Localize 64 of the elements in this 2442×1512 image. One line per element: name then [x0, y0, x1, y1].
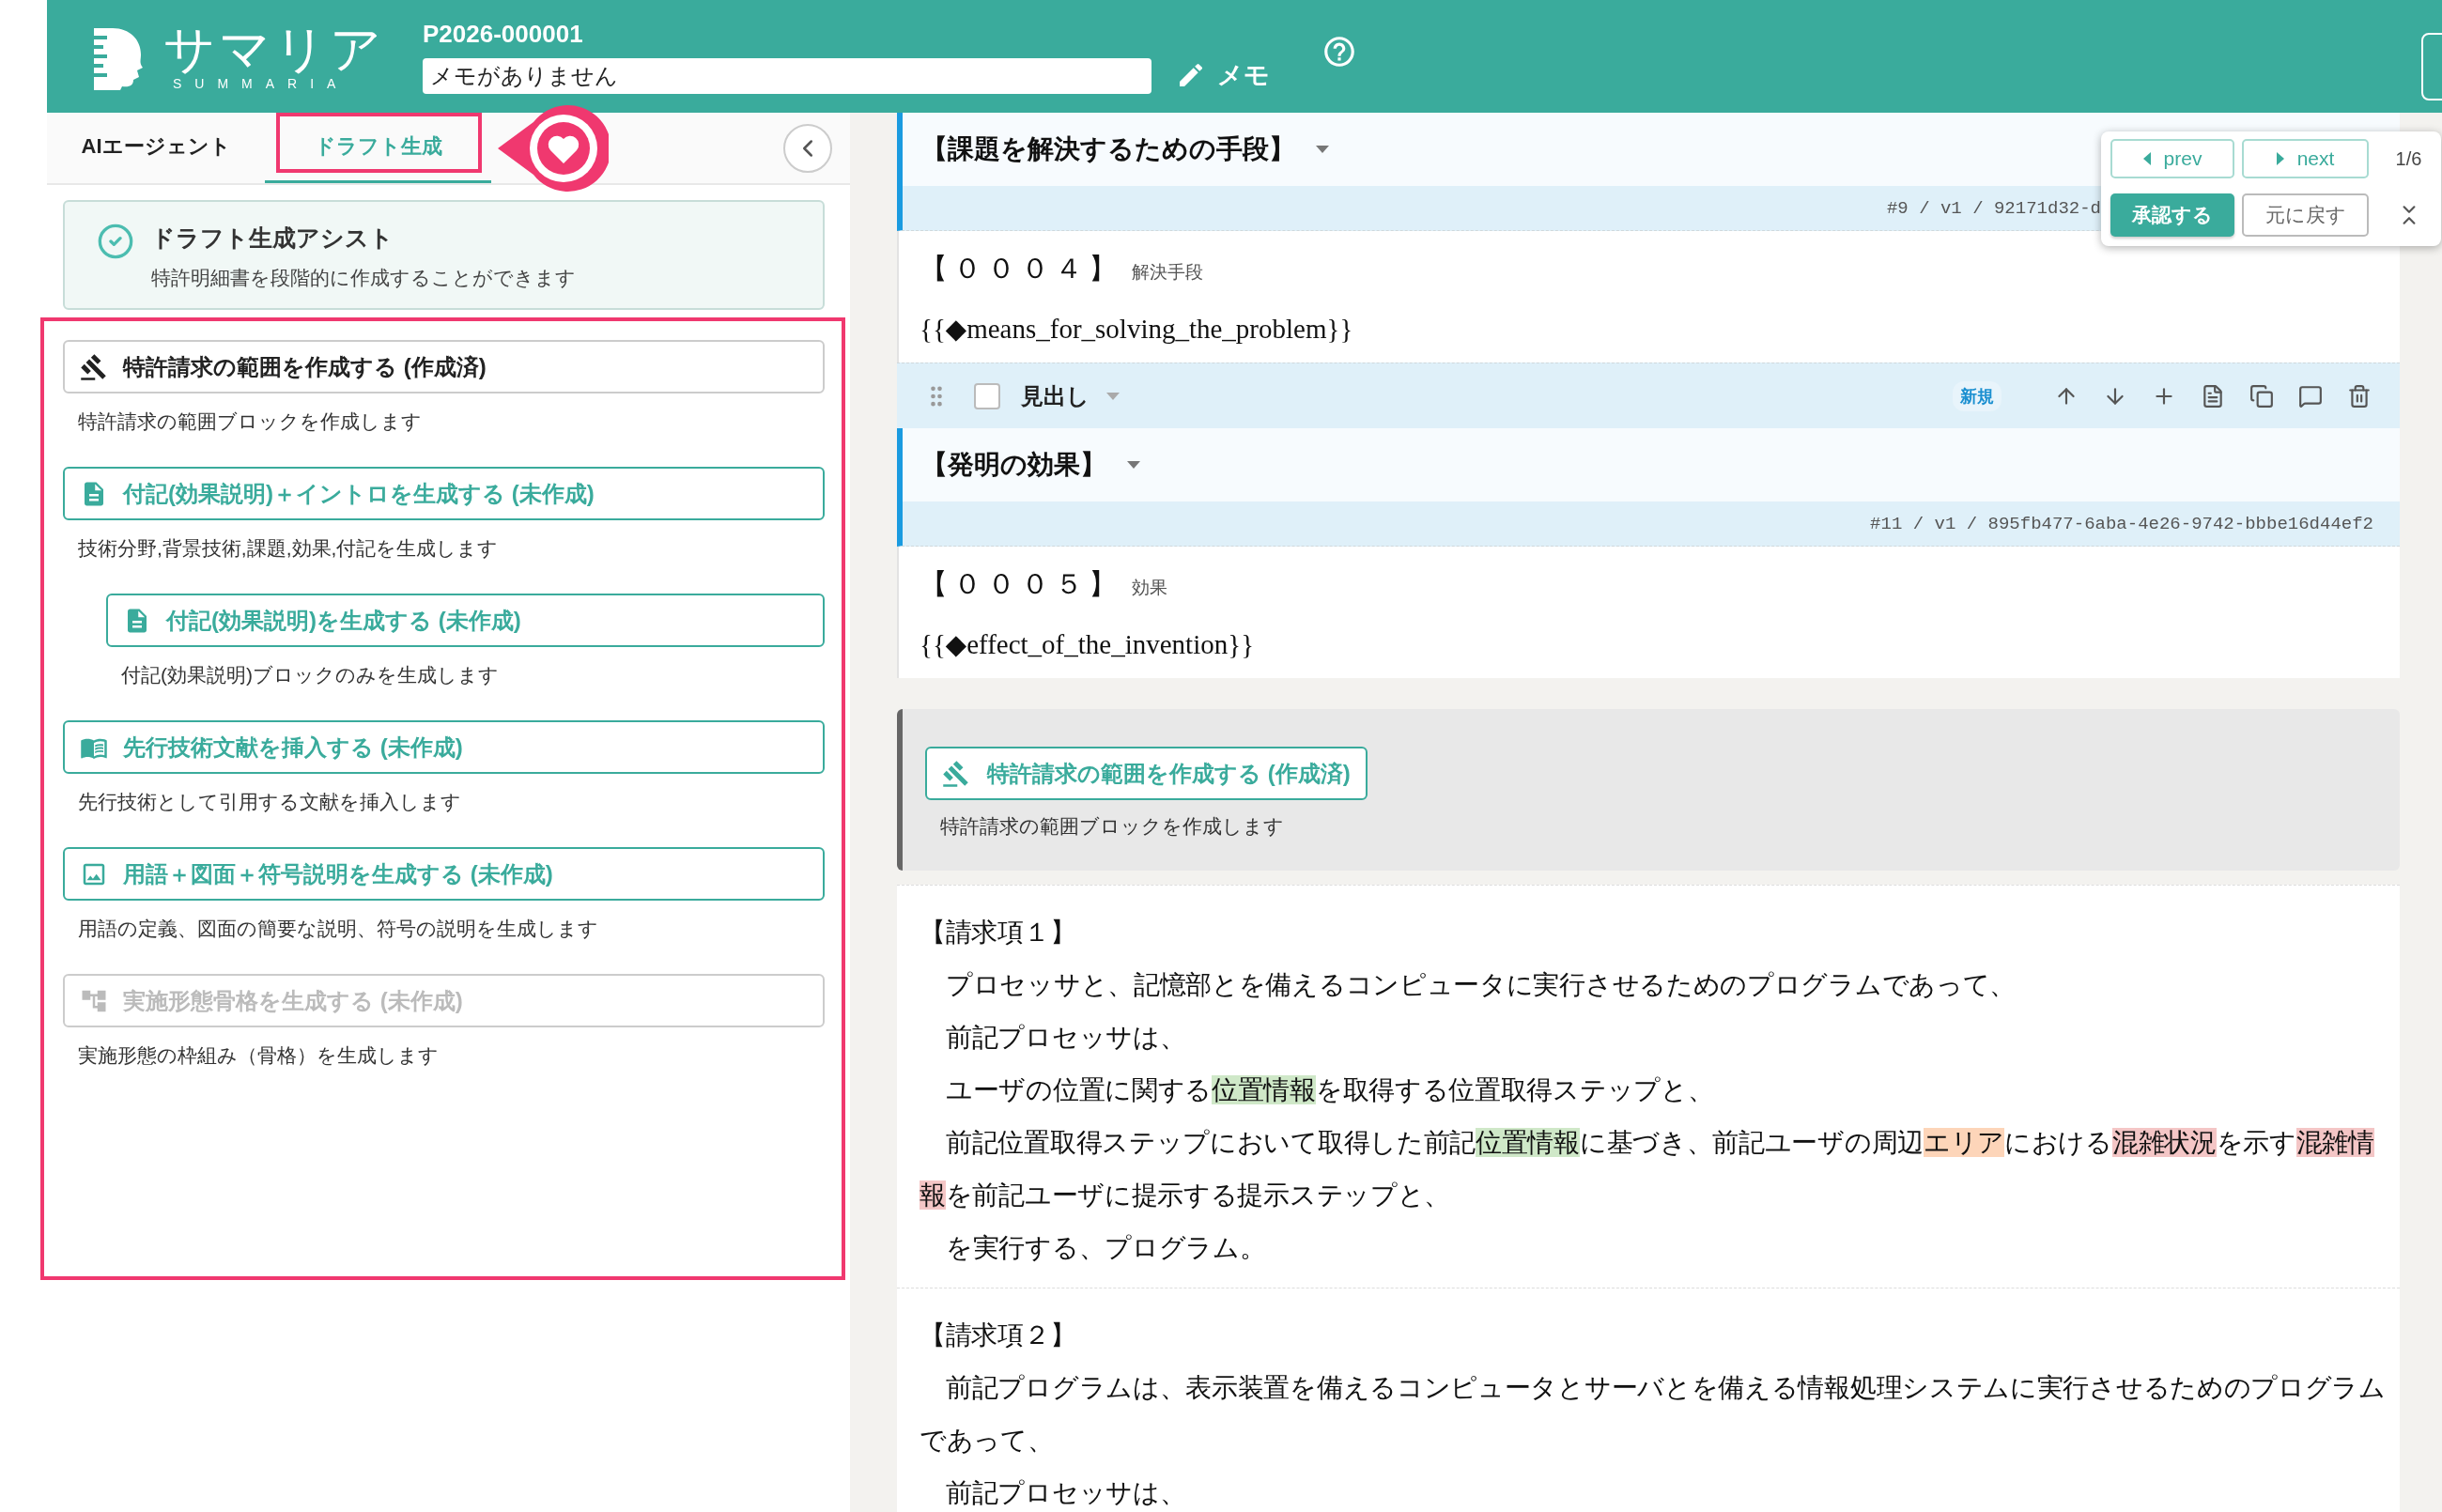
claim-text: 前記プロセッサは、 [945, 1477, 1187, 1509]
memo-button[interactable]: メモ [1176, 58, 1270, 92]
copy-icon[interactable] [2249, 383, 2274, 409]
action-description: 特許請求の範囲ブロックを作成します [940, 814, 1284, 839]
paragraph-text: {{◆means_for_solving_the_problem}} [920, 313, 1354, 345]
caret-icon [1127, 461, 1140, 469]
caret-icon [1316, 146, 1329, 153]
action-button[interactable]: 用語＋図面＋符号説明を生成する (未作成) [63, 847, 825, 901]
assist-description: 特許明細書を段階的に作成することができます [151, 266, 576, 290]
paragraph-number: 【０００４】 [920, 252, 1122, 285]
logo-name: サマリア [163, 22, 385, 76]
claim-text: 前記プロセッサは、 [945, 1022, 1187, 1054]
gavel-icon [80, 352, 108, 381]
claim-text: プロセッサと、記憶部とを備えるコンピュータに実行させるためのプログラムであって、 [945, 969, 2017, 1001]
help-button[interactable] [1321, 34, 1357, 69]
trash-icon[interactable] [2347, 383, 2372, 409]
next-button[interactable]: next [2242, 139, 2369, 178]
revert-button[interactable]: 元に戻す [2242, 193, 2369, 237]
document-icon[interactable] [2201, 383, 2225, 409]
action-description: 実施形態の枠組み（骨格）を生成します [78, 1043, 440, 1068]
logo-subtitle: SUMMARIA [172, 76, 350, 91]
block-id: #11 / v1 / 895fb477-6aba-4e26-9742-bbbe16d44ef2 [1870, 513, 2373, 534]
assist-title: ドラフト生成アシスト [151, 224, 394, 253]
action-description: 先行技術として引用する文献を挿入します [78, 790, 462, 814]
right-triangle-icon [2276, 152, 2284, 165]
claim-title: 【請求項１】 [920, 917, 1077, 949]
block-style-select[interactable]: 見出し [1021, 380, 1120, 411]
left-triangle-icon [2142, 152, 2151, 165]
memo-field[interactable]: メモがありません [423, 57, 1151, 94]
action-button[interactable]: 付記(効果説明)＋イントロを生成する (未作成) [63, 467, 825, 520]
comment-icon[interactable] [2298, 383, 2323, 409]
panel-tab[interactable]: AIエージェント [47, 113, 265, 183]
claim-text: ユーザの位置に関する位置情報を取得する位置取得ステップと、 [945, 1074, 1715, 1106]
project-id: P2026-000001 [423, 19, 584, 49]
heading-text: 【課題を解決するための手段】 [921, 133, 1295, 165]
check-circle-icon [97, 223, 134, 260]
match-counter: 1/6 [2395, 147, 2422, 170]
approve-button[interactable]: 承認する [2110, 193, 2234, 237]
action-button[interactable]: 先行技術文献を挿入する (未作成) [63, 720, 825, 774]
create-claims-button[interactable]: 特許請求の範囲を作成する (作成済) [925, 747, 1368, 800]
action-button[interactable]: 特許請求の範囲を作成する (作成済) [63, 340, 825, 393]
action-button[interactable]: 付記(効果説明)を生成する (未作成) [106, 594, 825, 647]
paragraph-number: 【０００５】 [920, 567, 1122, 601]
gavel-icon [942, 759, 970, 788]
action-description: 技術分野,背景技術,課題,効果,付記を生成します [78, 536, 500, 561]
checkbox[interactable] [974, 382, 1000, 409]
claim-text: 前記プログラムは、表示装置を備えるコンピュータとサーバとを備える情報処理システムに実行させるためのプログラムであって、 [920, 1372, 2387, 1457]
block-id: #9 / v1 / 92171d32-d [1886, 197, 2101, 219]
action-description: 用語の定義、図面の簡要な説明、符号の説明を生成します [78, 917, 599, 941]
prev-button[interactable]: prev [2110, 139, 2234, 178]
claim-text: 前記位置取得ステップにおいて取得した前記位置情報に基づき、前記ユーザの周辺エリアにおける混雑状況を示す混雑情報を前記ユーザに提示する提示ステップと、 [920, 1127, 2375, 1211]
paragraph-text: {{◆effect_of_the_invention}} [920, 628, 1256, 660]
claim-text: を実行する、プログラム。 [945, 1232, 1267, 1264]
help-icon [1321, 34, 1357, 69]
action-description: 特許請求の範囲ブロックを作成します [78, 409, 423, 434]
claim-title: 【請求項２】 [920, 1319, 1077, 1351]
heading-text: 【発明の効果】 [921, 449, 1106, 481]
paragraph-label: 解決手段 [1132, 261, 1203, 284]
panel-tab[interactable]: ドラフト生成 [265, 113, 491, 183]
caret-icon [1106, 392, 1120, 400]
paragraph-label: 効果 [1132, 577, 1167, 599]
new-badge: 新規 [1953, 380, 2002, 411]
action-description: 付記(効果説明)ブロックのみを生成します [121, 663, 500, 687]
collapse-button[interactable] [783, 124, 832, 173]
